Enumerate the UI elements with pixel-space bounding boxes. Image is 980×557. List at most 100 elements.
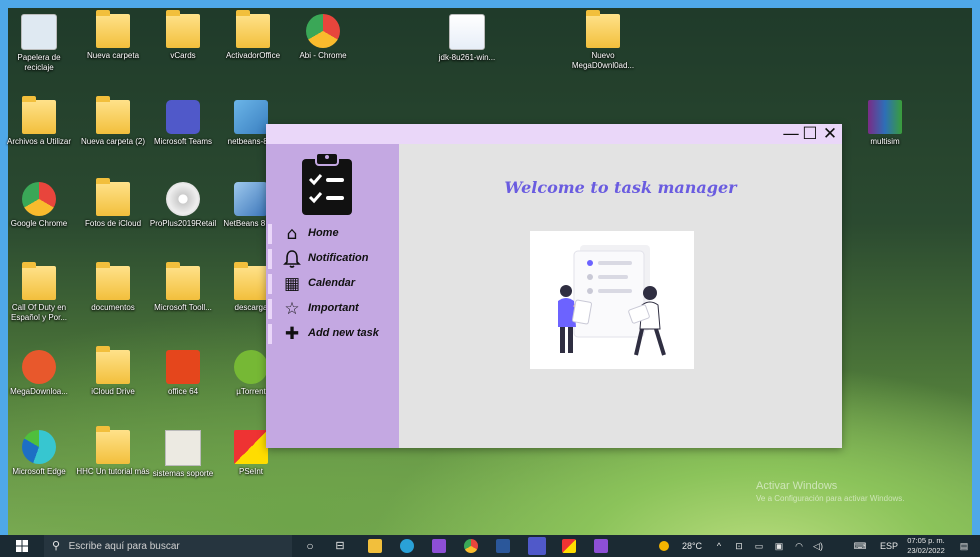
pseint-taskbar-icon[interactable] xyxy=(562,539,576,553)
calendar-icon: ▦ xyxy=(283,274,301,294)
volume-icon[interactable]: ◁) xyxy=(810,535,826,557)
weather-icon xyxy=(658,535,670,557)
desktop-icon-multisim[interactable]: multisim xyxy=(848,100,922,147)
task-view-icon[interactable]: ⊟ xyxy=(332,535,348,557)
notifications-icon[interactable]: ▤ xyxy=(956,535,972,557)
search-placeholder: Escribe aquí para buscar xyxy=(68,541,180,552)
desktop-icon-folder[interactable]: vCards xyxy=(146,10,220,61)
nav-label: Important xyxy=(308,302,359,314)
desktop-icon-chrome[interactable]: Google Chrome xyxy=(2,182,76,229)
file-icon xyxy=(165,430,201,466)
file-explorer-icon[interactable] xyxy=(368,539,382,553)
nav-label: Add new task xyxy=(308,327,379,339)
netbeans-icon xyxy=(234,182,268,216)
nav-item-add-new-task[interactable]: ✚ Add new task xyxy=(268,323,396,345)
close-button[interactable]: ✕ xyxy=(821,124,839,144)
desktop-icon-folder[interactable]: Call Of Duty en Español y Por... xyxy=(2,262,76,323)
teams-icon xyxy=(166,100,200,134)
desktop-icon-folder[interactable]: Nuevo MegaD0wnl0ad... xyxy=(566,10,640,71)
weather-temperature[interactable]: 28°C xyxy=(674,535,710,557)
title-bar[interactable]: — ☐ ✕ xyxy=(266,124,842,144)
desktop-icon-folder[interactable]: Archivos a Utilizar xyxy=(2,96,76,147)
minimize-button[interactable]: — xyxy=(782,124,800,144)
plus-icon: ✚ xyxy=(284,324,300,344)
desktop-icon-file[interactable]: sistemas soporte xyxy=(146,430,220,479)
people-with-checklist-illustration xyxy=(558,245,666,356)
chevron-up-icon[interactable]: ^ xyxy=(712,535,726,557)
windows-start-icon[interactable] xyxy=(14,535,30,557)
desktop: Papelera de reciclaje Nueva carpeta vCar… xyxy=(0,0,980,557)
chrome-taskbar-icon[interactable] xyxy=(464,539,478,553)
desktop-icon-folder[interactable]: ActivadorOffice xyxy=(216,10,290,61)
edge-taskbar-icon[interactable] xyxy=(400,539,414,553)
desktop-icon-edge[interactable]: Microsoft Edge xyxy=(2,430,76,477)
main-panel: Welcome to task manager xyxy=(399,144,842,448)
desktop-icon-office[interactable]: office 64 xyxy=(146,350,220,397)
watermark-subtitle: Ve a Configuración para activar Windows. xyxy=(756,494,905,503)
nav-indicator xyxy=(268,299,272,319)
visual-studio-taskbar-icon[interactable] xyxy=(432,539,446,553)
desktop-icon-label: PSeInt xyxy=(238,467,263,476)
bell-icon xyxy=(283,250,301,268)
teams-taskbar-icon[interactable] xyxy=(528,537,546,555)
nav-item-calendar[interactable]: ▦ Calendar xyxy=(268,273,396,295)
folder-icon xyxy=(96,96,130,134)
desktop-icon-label: sistemas soporte xyxy=(152,469,214,478)
recycle-bin-icon xyxy=(21,14,57,50)
maximize-button[interactable]: ☐ xyxy=(801,124,819,144)
package-icon xyxy=(234,100,268,134)
nav-label: Calendar xyxy=(308,277,356,289)
desktop-icon-mega[interactable]: MegaDownloa... xyxy=(2,350,76,397)
folder-icon xyxy=(22,262,56,300)
star-icon: ☆ xyxy=(284,299,300,319)
desktop-icon-label: Archivos a Utilizar xyxy=(6,137,71,146)
desktop-icon-label: Nueva carpeta xyxy=(86,51,140,60)
clock[interactable]: 07:05 p. m. 23/02/2022 xyxy=(904,535,948,557)
desktop-icon-label: HHC Un tutorial más xyxy=(76,467,150,476)
desktop-icon-jdk[interactable]: jdk-8u261-win... xyxy=(430,14,504,63)
screen-border-top xyxy=(0,0,980,8)
desktop-icon-folder[interactable]: Microsoft Tooll... xyxy=(146,262,220,313)
cortana-icon[interactable]: ○ xyxy=(302,535,318,557)
desktop-icon-teams[interactable]: Microsoft Teams xyxy=(146,100,220,147)
desktop-icon-label: iCloud Drive xyxy=(91,387,135,396)
taskbar-search-box[interactable]: ⚲ Escribe aquí para buscar xyxy=(44,535,292,557)
folder-icon xyxy=(96,10,130,48)
wifi-icon[interactable]: ◠ xyxy=(792,535,806,557)
desktop-icon-folder[interactable]: Fotos de iCloud xyxy=(76,178,150,229)
desktop-icon-folder[interactable]: HHC Un tutorial más xyxy=(76,426,150,477)
desktop-icon-folder[interactable]: Nueva carpeta xyxy=(76,10,150,61)
nav-item-home[interactable]: ⌂ Home xyxy=(268,223,396,245)
nav-indicator xyxy=(268,249,272,269)
network-icon[interactable]: ⊡ xyxy=(732,535,746,557)
keyboard-icon[interactable]: ⌨ xyxy=(850,535,870,557)
desktop-icon-recycle-bin[interactable]: Papelera de reciclaje xyxy=(2,14,76,73)
desktop-icon-label: documentos xyxy=(91,303,135,312)
visual-studio-taskbar-icon-2[interactable] xyxy=(594,539,608,553)
illustration xyxy=(530,231,694,369)
tray-app-icon[interactable]: ▣ xyxy=(772,535,786,557)
home-icon: ⌂ xyxy=(286,224,298,244)
desktop-icon-label: office 64 xyxy=(167,387,199,396)
desktop-icon-folder[interactable]: iCloud Drive xyxy=(76,346,150,397)
desktop-icon-folder[interactable]: Nueva carpeta (2) xyxy=(76,96,150,147)
desktop-icon-label: Google Chrome xyxy=(10,219,68,228)
desktop-icon-label: ProPlus2019Retail xyxy=(149,219,217,228)
desktop-icon-label: Nuevo MegaD0wnl0ad... xyxy=(571,51,635,70)
word-taskbar-icon[interactable] xyxy=(496,539,510,553)
chrome-icon xyxy=(22,182,56,216)
clipboard-checklist-icon xyxy=(302,152,352,215)
folder-icon xyxy=(22,96,56,134)
desktop-icon-proplus[interactable]: ProPlus2019Retail xyxy=(146,182,220,229)
desktop-icon-chrome[interactable]: Abi - Chrome xyxy=(286,14,360,61)
desktop-icon-label: Papelera de reciclaje xyxy=(17,53,61,72)
nav-item-notification[interactable]: Notification xyxy=(268,248,396,270)
language-indicator[interactable]: ESP xyxy=(878,535,900,557)
nav-item-important[interactable]: ☆ Important xyxy=(268,298,396,320)
nav-label: Home xyxy=(308,227,339,239)
desktop-icon-folder[interactable]: documentos xyxy=(76,262,150,313)
folder-icon xyxy=(96,426,130,464)
folder-icon xyxy=(166,262,200,300)
battery-icon[interactable]: ▭ xyxy=(752,535,766,557)
utorrent-icon xyxy=(234,350,268,384)
